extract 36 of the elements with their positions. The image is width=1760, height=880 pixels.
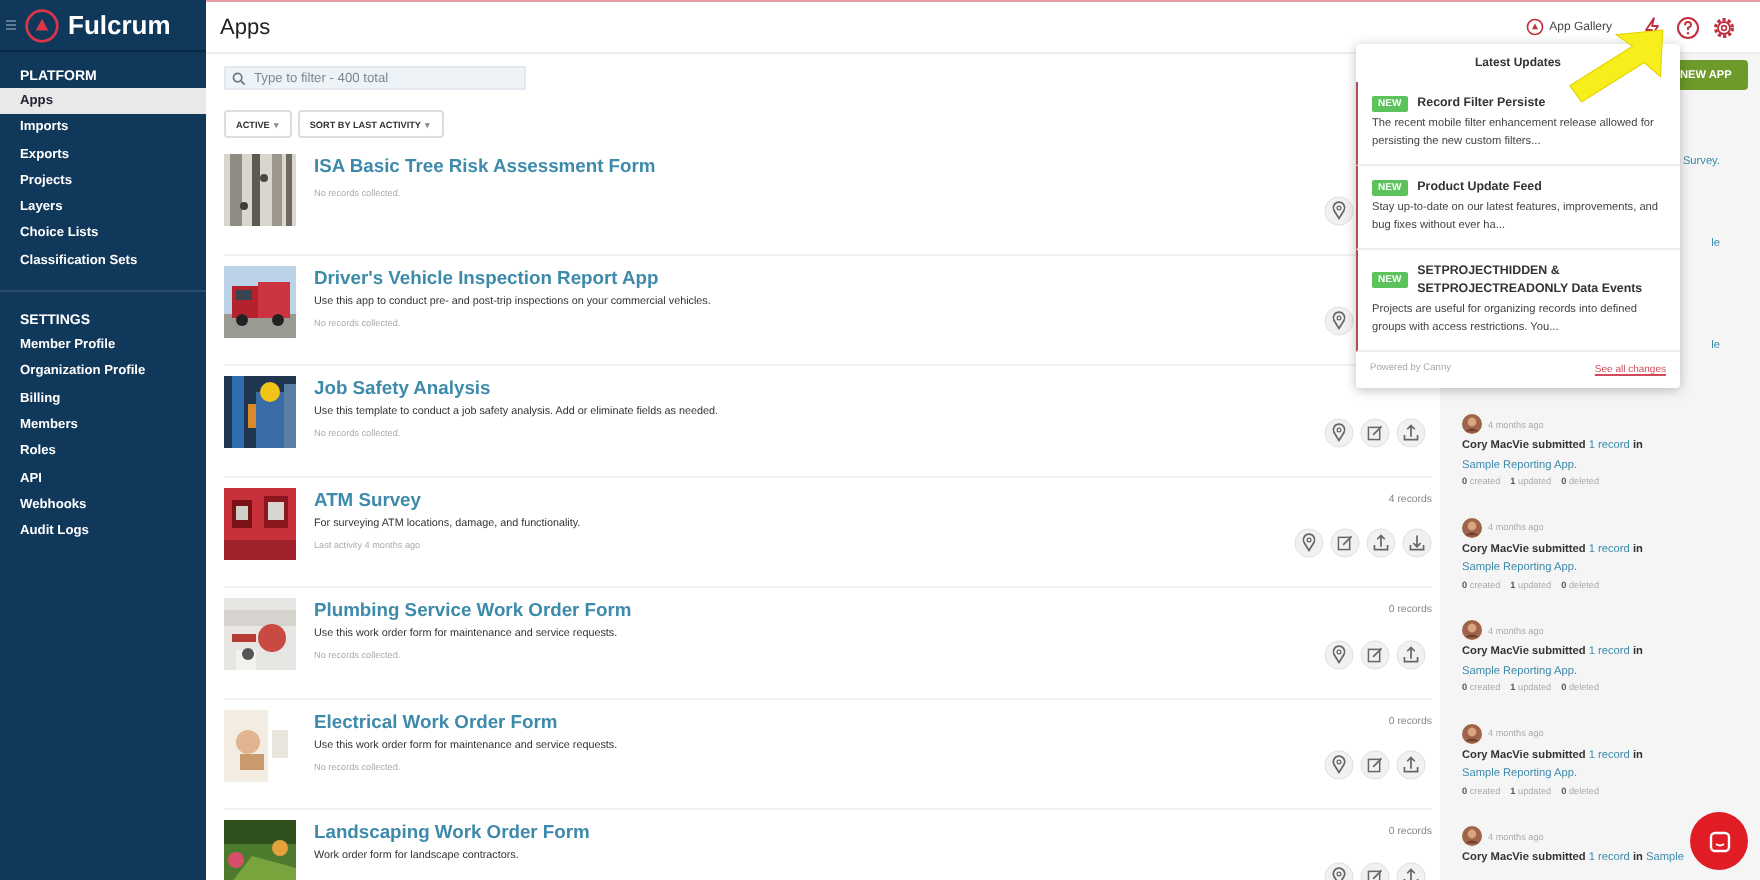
app-title[interactable]: ISA Basic Tree Risk Assessment Form <box>314 154 1324 178</box>
avatar <box>1462 517 1482 537</box>
map-pin-icon[interactable] <box>1294 528 1324 558</box>
map-pin-icon[interactable] <box>1324 750 1354 780</box>
menu-icon[interactable] <box>6 20 16 30</box>
edit-icon[interactable] <box>1330 528 1360 558</box>
avatar <box>1462 826 1482 846</box>
edit-icon[interactable] <box>1360 639 1390 669</box>
logo-icon <box>1525 18 1544 36</box>
app-title[interactable]: Job Safety Analysis <box>314 376 1324 400</box>
search-icon <box>232 71 246 85</box>
app-title[interactable]: Plumbing Service Work Order Form <box>314 598 1324 622</box>
map-pin-icon[interactable] <box>1324 306 1354 336</box>
upload-icon[interactable] <box>1396 750 1426 780</box>
settings-icon[interactable] <box>1712 15 1736 39</box>
app-title[interactable]: ATM Survey <box>314 487 1294 511</box>
map-pin-icon[interactable] <box>1324 195 1354 225</box>
edit-icon[interactable] <box>1360 750 1390 780</box>
chat-icon <box>1707 829 1731 853</box>
avatar <box>1462 723 1482 743</box>
help-icon[interactable] <box>1676 15 1700 39</box>
app-title[interactable]: Landscaping Work Order Form <box>314 820 1324 844</box>
map-pin-icon[interactable] <box>1324 417 1354 447</box>
brand-name: Fulcrum <box>68 10 171 40</box>
upload-icon[interactable] <box>1396 639 1426 669</box>
upload-icon[interactable] <box>1396 417 1426 447</box>
app-title[interactable]: Electrical Work Order Form <box>314 709 1324 733</box>
page-title: Apps <box>220 15 271 39</box>
download-icon[interactable] <box>1402 528 1432 558</box>
app-title[interactable]: Driver's Vehicle Inspection Report App <box>314 265 1324 289</box>
logo-icon <box>24 7 60 43</box>
avatar <box>1462 414 1482 434</box>
upload-icon[interactable] <box>1366 528 1396 558</box>
edit-icon[interactable] <box>1360 417 1390 447</box>
avatar <box>1462 620 1482 640</box>
map-pin-icon[interactable] <box>1324 639 1354 669</box>
